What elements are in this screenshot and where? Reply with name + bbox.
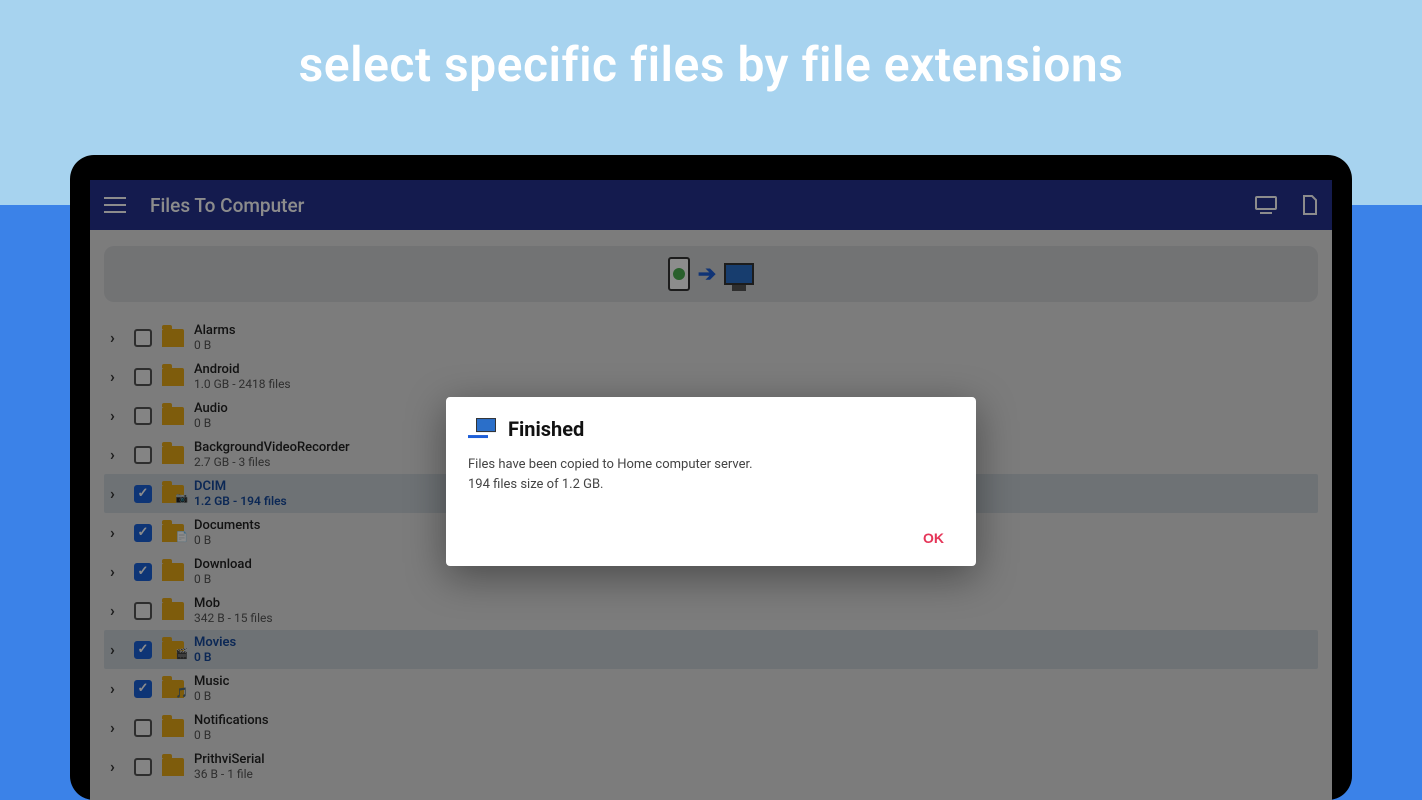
dialog-line1: Files have been copied to Home computer … — [468, 455, 954, 475]
transfer-complete-icon — [468, 418, 496, 440]
app-screen: Files To Computer ➔ ›Alarms0 B›Android1.… — [90, 180, 1332, 800]
dialog-title: Finished — [508, 417, 584, 441]
promo-headline: select specific files by file extensions — [0, 36, 1422, 93]
ok-button[interactable]: OK — [913, 524, 954, 552]
dialog-line2: 194 files size of 1.2 GB. — [468, 475, 954, 495]
finished-dialog: Finished Files have been copied to Home … — [446, 397, 976, 566]
tablet-frame: Files To Computer ➔ ›Alarms0 B›Android1.… — [70, 155, 1352, 800]
dialog-message: Files have been copied to Home computer … — [468, 455, 954, 494]
